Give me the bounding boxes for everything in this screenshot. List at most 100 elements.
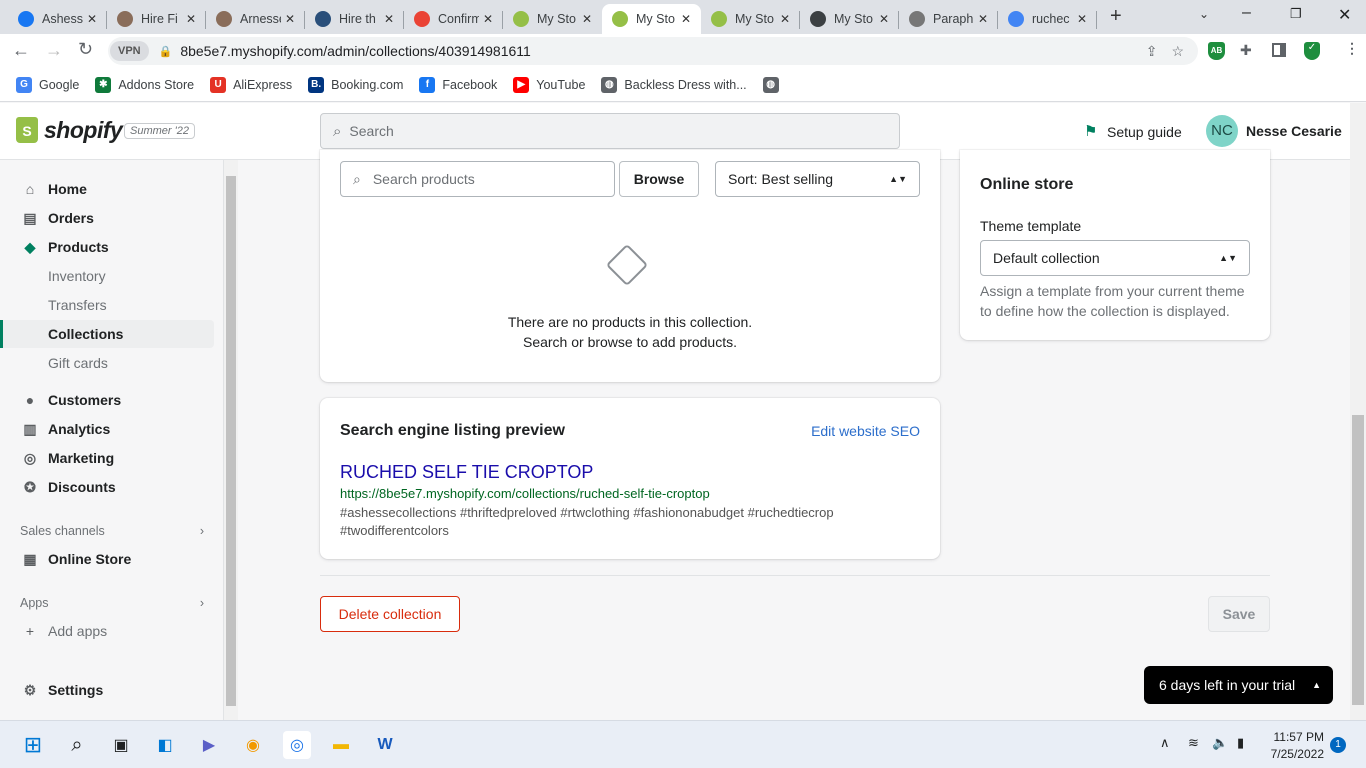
browser-app-icon[interactable]: ◉ (239, 731, 267, 759)
bookmark-item[interactable]: ◍ (762, 76, 779, 93)
close-tab-icon[interactable]: ✕ (87, 12, 97, 26)
side-panel-icon[interactable] (1272, 43, 1286, 57)
close-tab-icon[interactable]: ✕ (384, 12, 394, 26)
battery-icon[interactable]: ▮ (1237, 735, 1244, 751)
sales-channels-header[interactable]: Sales channels › (20, 524, 204, 538)
bookmark-star-icon[interactable]: ☆ (1171, 43, 1184, 60)
bookmark-item[interactable]: ▶ YouTube (513, 76, 585, 93)
caret-up-icon: ▲ (1312, 680, 1321, 690)
bookmark-item[interactable]: U AliExpress (210, 76, 292, 93)
close-tab-icon[interactable]: ✕ (1077, 12, 1087, 26)
sidebar-scrollbar[interactable] (224, 160, 238, 720)
search-products-input[interactable]: ⌕ Search products (340, 161, 615, 197)
clock[interactable]: 11:57 PM 7/25/2022 (1262, 729, 1324, 763)
setup-guide-link[interactable]: Setup guide (1107, 124, 1182, 140)
browser-tab[interactable]: My Sto ✕ (701, 4, 800, 34)
shopify-logo[interactable]: shopify (44, 117, 123, 144)
close-tab-icon[interactable]: ✕ (582, 12, 592, 26)
theme-template-select[interactable]: Default collection ▲▼ (980, 240, 1250, 276)
sidebar-item-marketing[interactable]: ◎ Marketing (0, 444, 214, 472)
lock-icon[interactable]: 🔒 (159, 45, 173, 58)
sidebar-item-orders[interactable]: ▤ Orders (0, 204, 214, 232)
trial-banner[interactable]: 6 days left in your trial ▲ (1144, 666, 1333, 704)
search-icon[interactable]: ⌕ (63, 731, 91, 759)
teams-chat-icon[interactable]: ▶ (195, 731, 223, 759)
widgets-icon[interactable]: ◧ (151, 731, 179, 759)
forward-icon[interactable]: → (45, 40, 63, 61)
online-store-card: Online store Theme template Default coll… (960, 150, 1270, 340)
browser-tab[interactable]: ruchec ✕ (998, 4, 1097, 34)
save-button[interactable]: Save (1208, 596, 1270, 632)
task-view-icon[interactable]: ▣ (107, 731, 135, 759)
browser-tab[interactable]: Ashesse ✕ (8, 4, 107, 34)
browser-tab[interactable]: Confirm ✕ (404, 4, 503, 34)
new-tab-button[interactable]: + (1110, 5, 1122, 28)
apps-header[interactable]: Apps › (20, 596, 204, 610)
word-icon[interactable]: W (371, 731, 399, 759)
extensions-icon[interactable]: ✚ (1240, 42, 1252, 59)
bookmark-item[interactable]: B. Booking.com (308, 76, 403, 93)
user-name[interactable]: Nesse Cesarie (1246, 123, 1342, 139)
sidebar-item-analytics[interactable]: ▥ Analytics (0, 415, 214, 443)
sidebar-item-customers[interactable]: ● Customers (0, 386, 214, 414)
browser-tab[interactable]: My Sto ✕ (602, 4, 701, 34)
sidebar-item-discounts[interactable]: ✪ Discounts (0, 473, 214, 501)
browser-tab[interactable]: Hire Fi ✕ (107, 4, 206, 34)
close-tab-icon[interactable]: ✕ (186, 12, 196, 26)
close-tab-icon[interactable]: ✕ (780, 12, 790, 26)
browse-button[interactable]: Browse (619, 161, 699, 197)
close-tab-icon[interactable]: ✕ (285, 12, 295, 26)
share-icon[interactable]: ⇪ (1146, 43, 1158, 60)
chevron-right-icon[interactable]: › (200, 524, 204, 538)
file-explorer-icon[interactable]: ▬ (327, 731, 355, 759)
sidebar-item-products[interactable]: ◆ Products (0, 233, 214, 261)
browser-tab[interactable]: Arnesse ✕ (206, 4, 305, 34)
menu-icon[interactable]: ⋮ (1345, 40, 1359, 57)
seo-description: #ashessecollections #thriftedpreloved #r… (340, 505, 834, 538)
notification-badge[interactable]: 1 (1330, 737, 1346, 753)
close-tab-icon[interactable]: ✕ (879, 12, 889, 26)
browser-tab[interactable]: Hire th ✕ (305, 4, 404, 34)
wifi-icon[interactable]: ≋ (1188, 735, 1199, 751)
sidebar-item-online-store[interactable]: ▦ Online Store (0, 545, 214, 573)
bookmark-item[interactable]: ✱ Addons Store (95, 76, 194, 93)
sidebar-item-transfers[interactable]: Transfers (0, 291, 214, 319)
bookmark-item[interactable]: G Google (16, 76, 79, 93)
sort-select[interactable]: Sort: Best selling ▲▼ (715, 161, 920, 197)
restore-button[interactable]: ❐ (1290, 6, 1302, 22)
sidebar-item-collections[interactable]: Collections (0, 320, 214, 348)
url-text[interactable]: 8be5e7.myshopify.com/admin/collections/4… (180, 43, 531, 59)
start-icon[interactable]: ⊞ (19, 731, 47, 759)
volume-icon[interactable]: 🔈 (1212, 735, 1228, 751)
page-scrollbar[interactable] (1350, 103, 1366, 720)
sidebar-item-settings[interactable]: ⚙ Settings (0, 676, 214, 704)
minimize-button[interactable]: – (1242, 4, 1251, 22)
security-extension-icon[interactable]: ✓ (1304, 42, 1320, 60)
close-tab-icon[interactable]: ✕ (483, 12, 493, 26)
sidebar-item-add-apps[interactable]: + Add apps (0, 617, 214, 645)
sidebar-item-inventory[interactable]: Inventory (0, 262, 214, 290)
omnibox[interactable]: VPN 🔒 8be5e7.myshopify.com/admin/collect… (108, 37, 1198, 65)
tray-chevron-icon[interactable]: ∧ (1160, 735, 1170, 751)
delete-collection-button[interactable]: Delete collection (320, 596, 460, 632)
tab-search-icon[interactable]: ⌄ (1199, 7, 1209, 21)
close-tab-icon[interactable]: ✕ (978, 12, 988, 26)
bookmark-item[interactable]: ◍ Backless Dress with... (601, 76, 747, 93)
global-search-input[interactable]: ⌕ Search (320, 113, 900, 149)
browser-tab[interactable]: My Sto ✕ (503, 4, 602, 34)
reload-icon[interactable]: ↻ (78, 39, 93, 60)
close-window-button[interactable]: ✕ (1338, 5, 1351, 25)
edit-website-seo-link[interactable]: Edit website SEO (811, 423, 920, 439)
chevron-right-icon[interactable]: › (200, 596, 204, 610)
sidebar-item-gift-cards[interactable]: Gift cards (0, 349, 214, 377)
back-icon[interactable]: ← (12, 40, 30, 61)
vpn-badge[interactable]: VPN (110, 41, 149, 61)
sidebar-item-home[interactable]: ⌂ Home (0, 175, 214, 203)
browser-tab[interactable]: Paraph ✕ (899, 4, 998, 34)
chrome-icon[interactable]: ◎ (283, 731, 311, 759)
close-tab-icon[interactable]: ✕ (681, 12, 691, 26)
adblock-extension-icon[interactable]: AB (1208, 42, 1225, 60)
avatar[interactable]: NC (1206, 115, 1238, 147)
bookmark-item[interactable]: f Facebook (419, 76, 497, 93)
browser-tab[interactable]: My Sto ✕ (800, 4, 899, 34)
